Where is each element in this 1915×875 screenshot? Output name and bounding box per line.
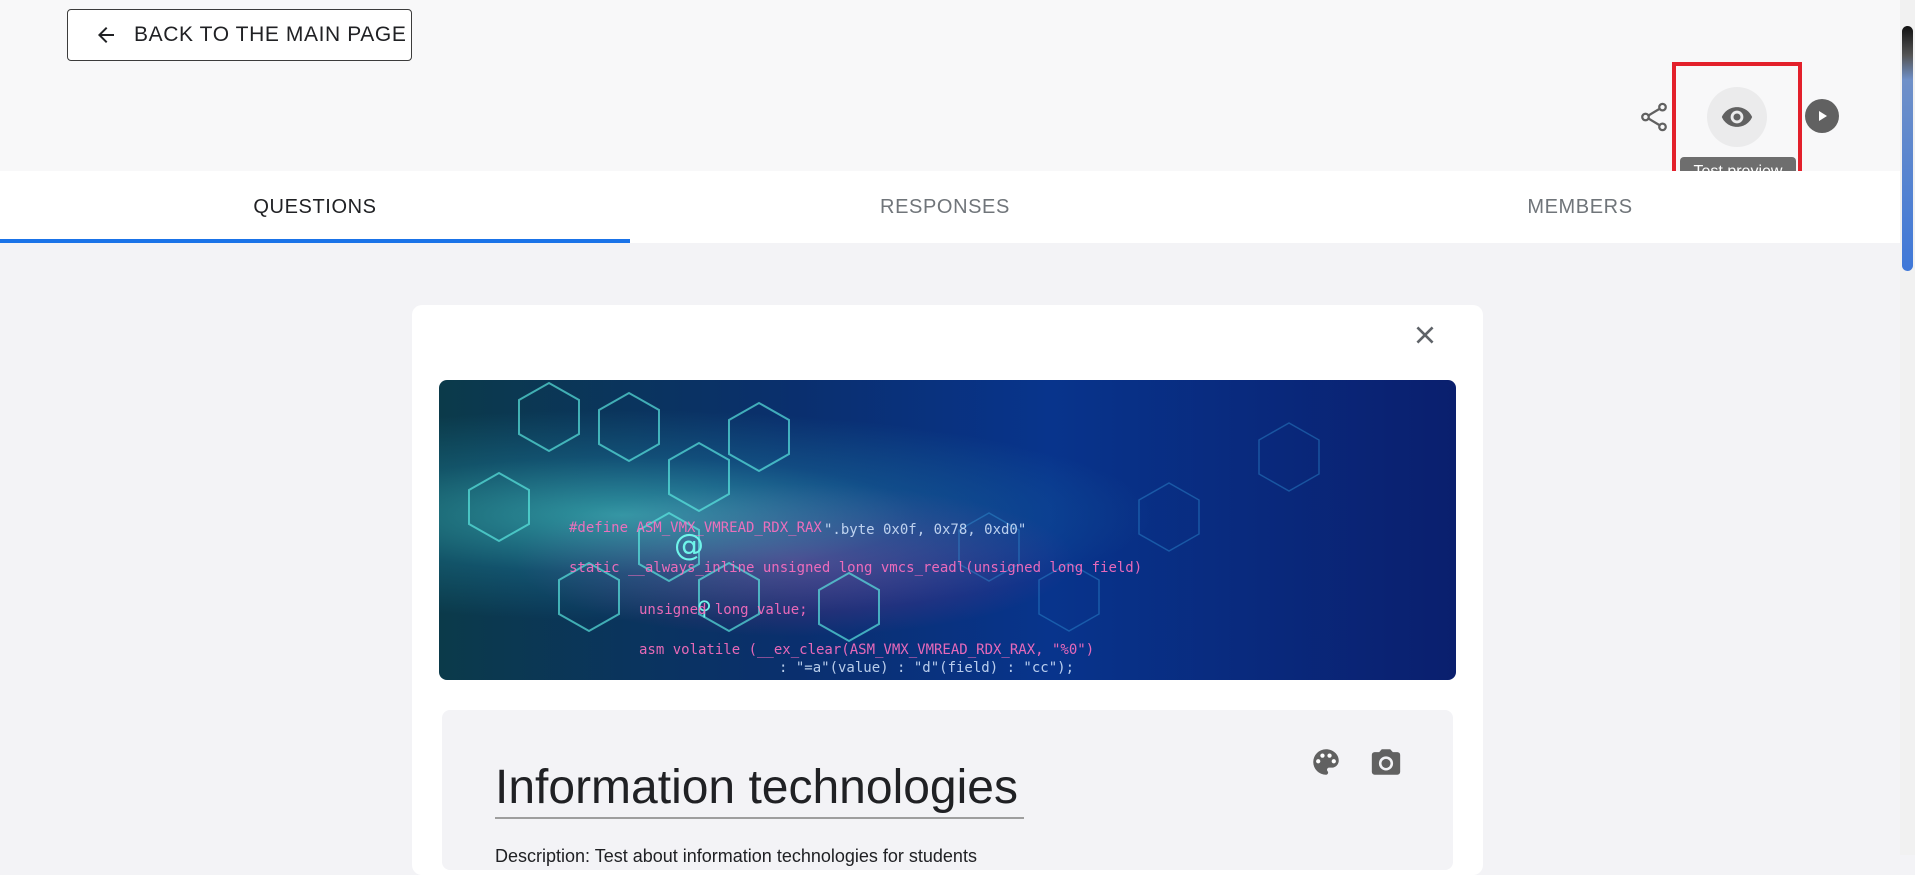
- banner-code-line: : "=a"(value) : "d"(field) : "cc");: [779, 660, 1075, 676]
- share-icon: [1641, 102, 1667, 132]
- header-banner-image: ⚲ @ #define ASM_VMX_VMREAD_RDX_RAX ".byt…: [439, 380, 1456, 680]
- share-button[interactable]: [1636, 97, 1672, 137]
- arrow-left-icon: [98, 27, 114, 43]
- banner-code-line: #define ASM_VMX_VMREAD_RDX_RAX: [569, 520, 822, 536]
- page-scrollbar[interactable]: [1900, 0, 1915, 855]
- scrollbar-thumb[interactable]: [1902, 26, 1913, 271]
- close-button[interactable]: [1408, 318, 1442, 352]
- back-to-main-button[interactable]: BACK TO THE MAIN PAGE: [67, 9, 412, 61]
- tab-questions[interactable]: QUESTIONS: [0, 171, 630, 243]
- banner-code-line: asm volatile (__ex_clear(ASM_VMX_VMREAD_…: [639, 642, 1095, 658]
- start-test-button[interactable]: [1805, 99, 1839, 133]
- palette-icon: [1313, 749, 1339, 775]
- top-bar: BACK TO THE MAIN PAGE: [0, 0, 1900, 171]
- tab-bar: QUESTIONS RESPONSES MEMBERS: [0, 171, 1900, 243]
- active-tab-indicator: [0, 239, 630, 243]
- banner-code-line: static __always_inline unsigned long vmc…: [569, 560, 1143, 576]
- back-button-label: BACK TO THE MAIN PAGE: [134, 23, 407, 46]
- tab-responses[interactable]: RESPONSES: [630, 171, 1260, 243]
- banner-code-line: unsigned long value;: [639, 602, 808, 618]
- play-icon: [1819, 111, 1827, 121]
- form-description[interactable]: Description: Test about information tech…: [495, 846, 977, 867]
- banner-code-line: ".byte 0x0f, 0x78, 0xd0": [824, 522, 1027, 538]
- eye-icon: [1721, 107, 1753, 127]
- camera-icon: [1371, 749, 1401, 775]
- test-preview-button[interactable]: [1707, 87, 1767, 147]
- form-title[interactable]: Information technologies: [495, 760, 1024, 819]
- close-icon: [1416, 326, 1434, 344]
- change-image-button[interactable]: [1368, 744, 1404, 780]
- theme-button[interactable]: [1308, 744, 1344, 780]
- tab-members[interactable]: MEMBERS: [1265, 171, 1895, 243]
